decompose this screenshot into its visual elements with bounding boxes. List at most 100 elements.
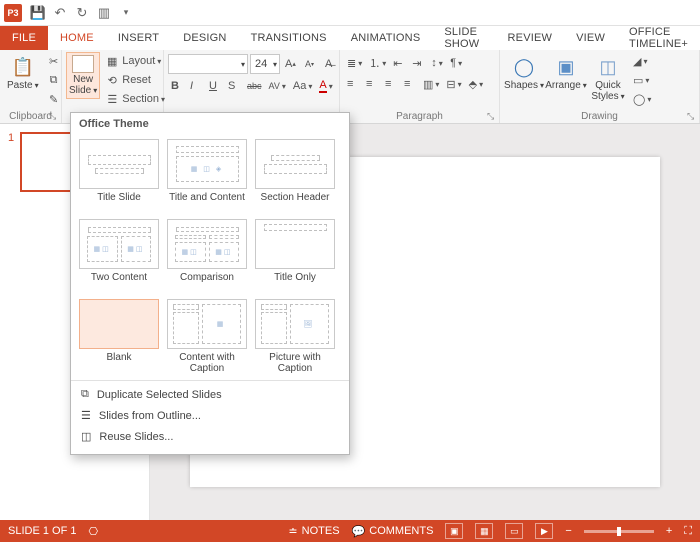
language-indicator[interactable]: ⎔ — [88, 525, 98, 538]
duplicate-icon: ⧉ — [81, 388, 89, 401]
decrease-indent-button[interactable]: ⇤ — [390, 54, 408, 72]
normal-view-button[interactable]: ▣ — [445, 523, 463, 539]
sorter-view-button[interactable]: ▦ — [475, 523, 493, 539]
layout-blank[interactable]: Blank — [75, 295, 163, 380]
italic-button[interactable]: I — [187, 77, 205, 95]
qat-customize-icon[interactable]: ▾ — [116, 3, 136, 23]
shadow-button[interactable]: S — [225, 77, 243, 95]
arrange-button[interactable]: ▣ Arrange▾ — [546, 52, 586, 94]
columns-button[interactable]: ▥▾ — [420, 75, 442, 93]
qat-undo-icon[interactable]: ↶ — [50, 3, 70, 23]
align-left-button[interactable]: ≡ — [344, 75, 362, 93]
zoom-in-button[interactable]: + — [666, 525, 672, 537]
tab-transitions[interactable]: TRANSITIONS — [239, 26, 339, 50]
new-slide-label: New Slide▾ — [69, 74, 97, 96]
reading-view-button[interactable]: ▭ — [505, 523, 523, 539]
numbering-button[interactable]: ⒈▾ — [366, 54, 389, 72]
smartart-button[interactable]: ⬘▾ — [466, 75, 486, 93]
comments-button[interactable]: 💬COMMENTS — [352, 525, 434, 538]
tab-animations[interactable]: ANIMATIONS — [339, 26, 433, 50]
change-case-button[interactable]: Aa▾ — [290, 77, 315, 95]
reuse-slides-menu[interactable]: ◫Reuse Slides... — [71, 426, 349, 447]
group-clipboard: 📋 Paste▾ ✂ ⧉ ✎ Clipboard ⤡ — [0, 50, 62, 123]
justify-button[interactable]: ≡ — [401, 75, 419, 93]
increase-indent-button[interactable]: ⇥ — [409, 54, 427, 72]
shapes-button[interactable]: ◯ Shapes▾ — [504, 52, 544, 94]
scissors-icon: ✂ — [47, 54, 61, 68]
ribbon-tabs: FILE HOME INSERT DESIGN TRANSITIONS ANIM… — [0, 26, 700, 50]
layout-button[interactable]: ▦Layout▾ — [102, 52, 168, 70]
qat-save-icon[interactable]: 💾 — [28, 3, 48, 23]
new-slide-button[interactable]: New Slide▾ — [66, 52, 100, 99]
tab-insert[interactable]: INSERT — [106, 26, 171, 50]
align-right-button[interactable]: ≡ — [382, 75, 400, 93]
strike-button[interactable]: abc — [244, 77, 265, 95]
tab-slideshow[interactable]: SLIDE SHOW — [432, 26, 495, 50]
quick-styles-button[interactable]: ◫ Quick Styles▾ — [588, 52, 628, 105]
shrink-font-button[interactable]: A▾ — [302, 55, 320, 73]
group-paragraph: ≣▾ ⒈▾ ⇤ ⇥ ↕▾ ¶▾ ≡ ≡ ≡ ≡ ▥▾ ⊟▾ ⬘▾ Paragra… — [340, 50, 500, 123]
clear-format-button[interactable]: A̶ — [322, 55, 340, 73]
layout-title-only[interactable]: Title Only — [251, 215, 339, 295]
paste-button[interactable]: 📋 Paste▾ — [4, 52, 42, 94]
zoom-slider[interactable] — [584, 530, 654, 533]
slideshow-view-button[interactable]: ▶ — [535, 523, 553, 539]
underline-button[interactable]: U — [206, 77, 224, 95]
char-spacing-button[interactable]: AV▾ — [266, 77, 289, 95]
layout-title-slide[interactable]: Title Slide — [75, 135, 163, 215]
shape-outline-button[interactable]: ▭▾ — [630, 71, 654, 89]
tab-view[interactable]: VIEW — [564, 26, 617, 50]
paste-label: Paste▾ — [7, 80, 39, 91]
fit-to-window-button[interactable]: ⛶ — [684, 525, 692, 538]
layout-two-content[interactable]: ▦◫▦◫ Two Content — [75, 215, 163, 295]
layout-picture-caption[interactable]: 🖼 Picture with Caption — [251, 295, 339, 380]
new-slide-icon — [72, 55, 94, 73]
font-family-combo[interactable]: ▾ — [168, 54, 248, 74]
paragraph-launcher-icon[interactable]: ⤡ — [487, 111, 497, 121]
layout-icon: ▦ — [105, 54, 119, 68]
shape-fill-button[interactable]: ◢▾ — [630, 52, 654, 70]
group-paragraph-label: Paragraph — [344, 109, 495, 123]
tab-review[interactable]: REVIEW — [496, 26, 565, 50]
tab-file[interactable]: FILE — [0, 26, 48, 50]
zoom-out-button[interactable]: − — [565, 525, 571, 537]
group-drawing-label: Drawing — [504, 109, 695, 123]
layout-section-header[interactable]: Section Header — [251, 135, 339, 215]
new-slide-gallery: Office Theme Title Slide ▦ ◫ ◈ Title and… — [70, 112, 350, 455]
font-size-combo[interactable]: 24▾ — [250, 54, 280, 74]
bullets-button[interactable]: ≣▾ — [344, 54, 365, 72]
tab-office-timeline[interactable]: OFFICE TIMELINE+ — [617, 26, 700, 50]
clipboard-launcher-icon[interactable]: ⤡ — [49, 111, 59, 121]
shapes-icon: ◯ — [510, 55, 538, 79]
line-spacing-button[interactable]: ↕▾ — [428, 54, 446, 72]
qat-redo-icon[interactable]: ↻ — [72, 3, 92, 23]
fill-icon: ◢ — [633, 55, 641, 68]
duplicate-slides-menu[interactable]: ⧉Duplicate Selected Slides — [71, 384, 349, 405]
notes-button[interactable]: ≐NOTES — [288, 525, 339, 538]
outline-icon: ▭ — [633, 74, 643, 87]
effects-icon: ◯ — [633, 93, 645, 106]
tab-home[interactable]: HOME — [48, 26, 106, 50]
tab-design[interactable]: DESIGN — [171, 26, 238, 50]
align-center-button[interactable]: ≡ — [363, 75, 381, 93]
qat-start-icon[interactable]: ▥ — [94, 3, 114, 23]
arrange-icon: ▣ — [552, 55, 580, 79]
align-text-button[interactable]: ⊟▾ — [443, 75, 464, 93]
reset-icon: ⟲ — [105, 73, 119, 87]
layout-comparison[interactable]: ▦◫▦◫ Comparison — [163, 215, 251, 295]
outline-icon: ☰ — [81, 409, 91, 422]
shape-effects-button[interactable]: ◯▾ — [630, 90, 654, 108]
layout-title-content[interactable]: ▦ ◫ ◈ Title and Content — [163, 135, 251, 215]
grow-font-button[interactable]: A▴ — [282, 55, 300, 73]
text-direction-button[interactable]: ¶▾ — [447, 54, 465, 72]
section-button[interactable]: ☰Section▾ — [102, 90, 168, 108]
slides-from-outline-menu[interactable]: ☰Slides from Outline... — [71, 405, 349, 426]
reset-button[interactable]: ⟲Reset — [102, 71, 168, 89]
section-icon: ☰ — [105, 92, 119, 106]
brush-icon: ✎ — [47, 92, 61, 106]
reuse-icon: ◫ — [81, 430, 91, 443]
font-color-button[interactable]: A▾ — [316, 77, 335, 95]
drawing-launcher-icon[interactable]: ⤡ — [687, 111, 697, 121]
bold-button[interactable]: B — [168, 77, 186, 95]
layout-content-caption[interactable]: ▦ Content with Caption — [163, 295, 251, 380]
